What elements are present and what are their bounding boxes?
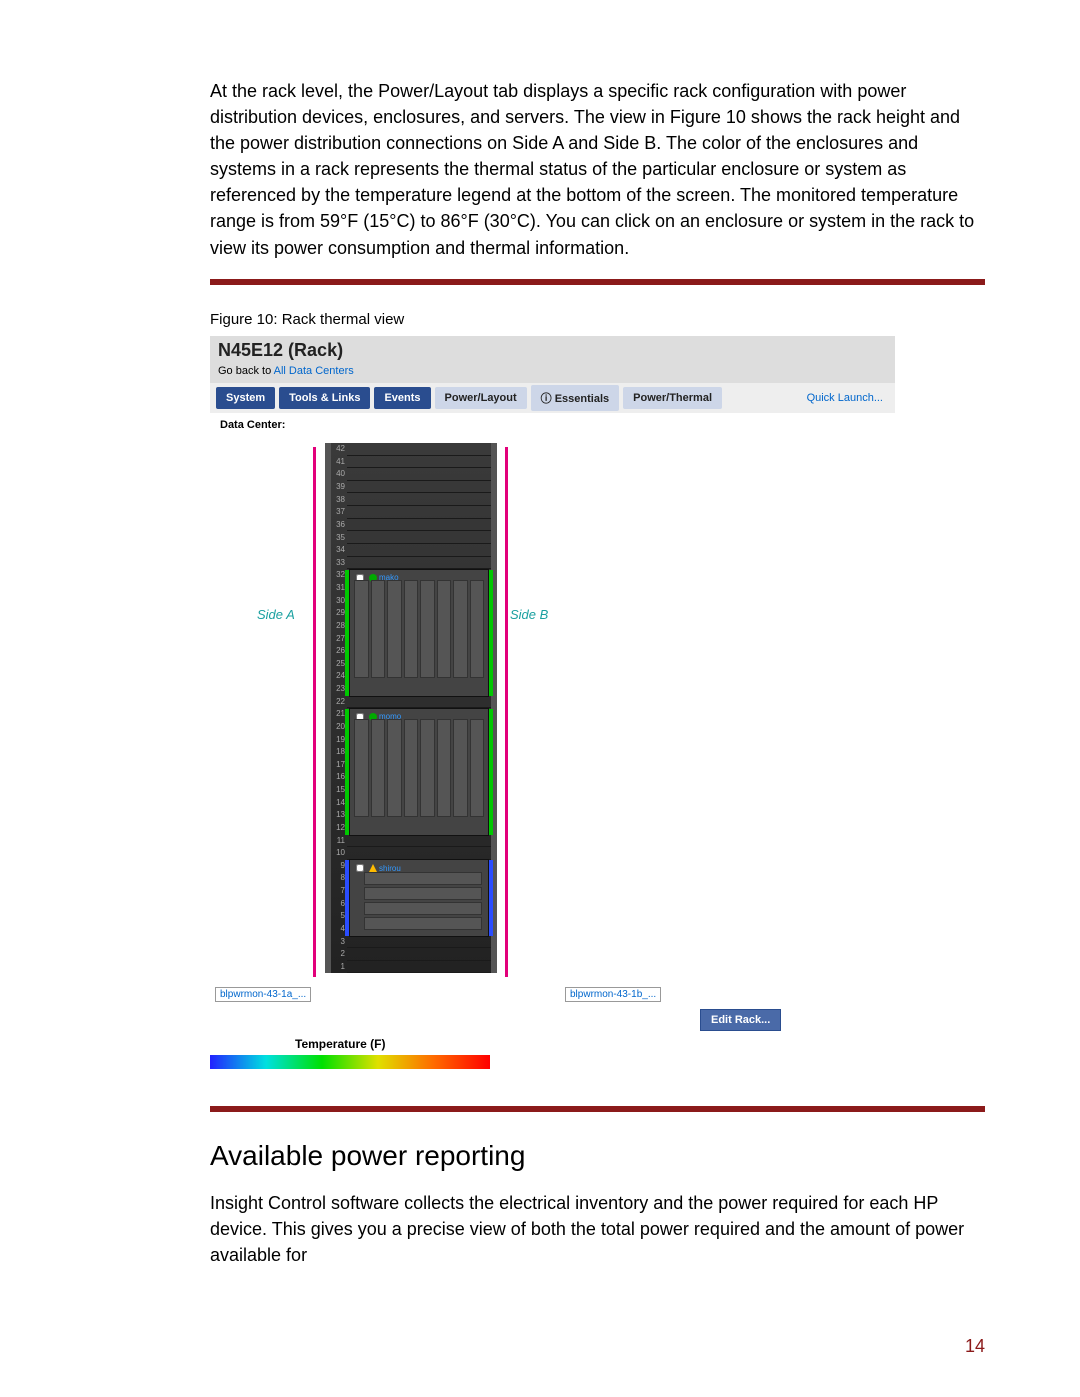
rack-u-slot: 34 — [331, 543, 491, 556]
rack-u-slot: 33 — [331, 556, 491, 569]
figure-caption: Figure 10: Rack thermal view — [210, 311, 985, 328]
enclosure-shirou[interactable]: shirou — [349, 859, 489, 937]
power-bar-side-b — [505, 447, 508, 977]
power-bar-side-a — [313, 447, 316, 977]
divider-red-bottom — [210, 1106, 985, 1112]
rack-u-slot: 39 — [331, 480, 491, 493]
tab-power-layout[interactable]: Power/Layout — [435, 387, 527, 409]
rack-u-slot: 35 — [331, 531, 491, 544]
pdu-b-label[interactable]: blpwrmon-43-1b_... — [565, 987, 661, 1002]
tab-power-thermal[interactable]: Power/Thermal — [623, 387, 722, 409]
rack-u-slot: 36 — [331, 518, 491, 531]
rack-area: Side A Side B 12345678910111213141516171… — [210, 437, 895, 982]
rack-title: N45E12 (Rack) — [218, 340, 887, 361]
temperature-legend-gradient — [210, 1055, 490, 1069]
rack-u-slot: 2 — [331, 947, 491, 960]
temperature-legend-label: Temperature (F) — [295, 1037, 385, 1051]
side-a-label: Side A — [257, 607, 295, 622]
back-link-prefix: Go back to — [218, 365, 274, 377]
body-paragraph-2: Insight Control software collects the el… — [210, 1190, 985, 1268]
enclosure-checkbox[interactable] — [356, 864, 364, 872]
tab-bar: System Tools & Links Events Power/Layout… — [210, 383, 895, 413]
figure-rack-thermal-view: N45E12 (Rack) Go back to All Data Center… — [210, 336, 895, 1076]
rack-u-slot: 42 — [331, 442, 491, 455]
rack-u-slot: 1 — [331, 960, 491, 973]
rack-title-bar: N45E12 (Rack) Go back to All Data Center… — [210, 336, 895, 383]
side-b-label: Side B — [510, 607, 548, 622]
tab-system[interactable]: System — [216, 387, 275, 409]
tab-tools-links[interactable]: Tools & Links — [279, 387, 370, 409]
enclosure-momo[interactable]: momo — [349, 708, 489, 836]
rack-u-slot: 38 — [331, 493, 491, 506]
body-paragraph-1: At the rack level, the Power/Layout tab … — [210, 78, 985, 261]
rack-u-slot: 40 — [331, 468, 491, 481]
rack-u-slot: 41 — [331, 455, 491, 468]
pdu-a-label[interactable]: blpwrmon-43-1a_... — [215, 987, 311, 1002]
rack-body[interactable]: 1234567891011121314151617181920212223242… — [325, 443, 497, 973]
quick-launch-link[interactable]: Quick Launch... — [801, 392, 889, 404]
back-link[interactable]: All Data Centers — [274, 365, 354, 377]
divider-red-top — [210, 279, 985, 285]
tab-essentials[interactable]: ⓘ Essentials — [531, 385, 619, 411]
data-center-label: Data Center: — [210, 413, 895, 437]
heading-available-power: Available power reporting — [210, 1140, 985, 1172]
enclosure-mako[interactable]: mako — [349, 569, 489, 697]
rack-u-slot: 10 — [331, 846, 491, 859]
page-number: 14 — [965, 1336, 985, 1357]
edit-rack-button[interactable]: Edit Rack... — [700, 1009, 781, 1031]
rack-u-slot: 37 — [331, 506, 491, 519]
tab-events[interactable]: Events — [374, 387, 430, 409]
status-warning-icon — [369, 864, 377, 872]
